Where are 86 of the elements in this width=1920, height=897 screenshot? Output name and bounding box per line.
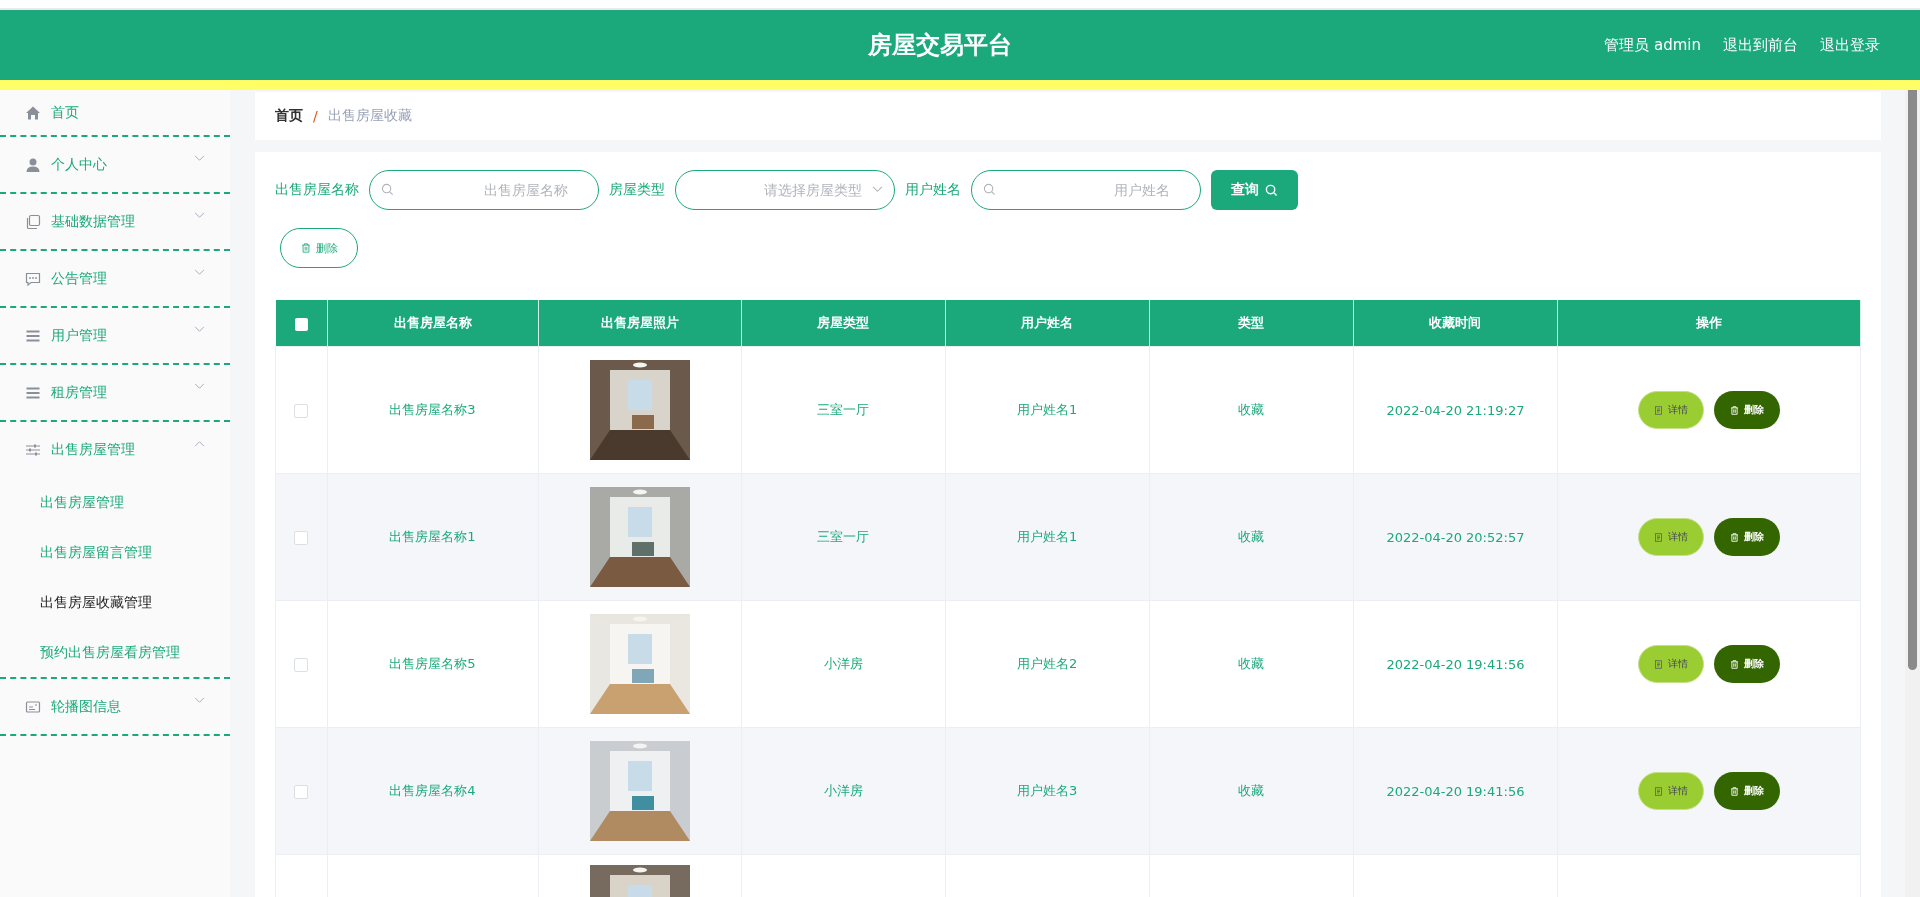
- delete-button[interactable]: 删除: [280, 228, 358, 268]
- table-cell: 出售房屋名称5: [327, 600, 538, 728]
- table-cell: 三室一厅: [741, 346, 946, 474]
- table-cell: 小洋房: [741, 727, 946, 855]
- column-header: 房屋类型: [741, 300, 946, 347]
- card-icon: [25, 698, 41, 715]
- table-cell: 收藏: [1149, 346, 1354, 474]
- filter-label: 出售房屋名称: [275, 181, 359, 199]
- menu-item[interactable]: 轮播图信息: [0, 679, 230, 734]
- document-icon: [1654, 532, 1663, 542]
- column-header: 操作: [1557, 300, 1861, 347]
- copy-icon: [25, 213, 41, 230]
- table-cell: 2022-04-20 20:52:57: [1353, 473, 1558, 601]
- column-header: 收藏时间: [1353, 300, 1558, 347]
- menu-item[interactable]: 出售房屋管理: [0, 422, 230, 477]
- header-link[interactable]: 退出登录: [1820, 35, 1880, 55]
- menu-item[interactable]: 首页: [0, 90, 230, 135]
- menu-item[interactable]: 用户管理: [0, 308, 230, 363]
- delete-button[interactable]: 删除: [1714, 772, 1780, 810]
- scrollbar[interactable]: [1905, 90, 1920, 897]
- table-cell: 用户姓名2: [945, 600, 1150, 728]
- column-header: 出售房屋名称: [327, 300, 538, 347]
- table-cell: 出售房屋名称4: [327, 727, 538, 855]
- table-cell: 2022-04-20 21:19:27: [1353, 346, 1558, 474]
- menu-item[interactable]: 租房管理: [0, 365, 230, 420]
- search-field[interactable]: 用户姓名: [971, 170, 1201, 210]
- home-icon: [25, 104, 41, 121]
- submenu-item[interactable]: 出售房屋留言管理: [0, 527, 230, 577]
- menu-item[interactable]: 个人中心: [0, 137, 230, 192]
- select-all-checkbox[interactable]: [294, 317, 308, 331]
- filter-label: 房屋类型: [609, 181, 665, 199]
- table-cell: 三室一厅: [741, 473, 946, 601]
- search-icon: [983, 183, 996, 196]
- delete-button[interactable]: 删除: [1714, 645, 1780, 683]
- search-button[interactable]: 查询: [1211, 170, 1298, 210]
- delete-button[interactable]: 删除: [1714, 391, 1780, 429]
- trash-icon: [1730, 405, 1739, 415]
- row-checkbox[interactable]: [294, 403, 309, 418]
- table-cell: 2022-04-20 19:41:56: [1353, 600, 1558, 728]
- chevron-icon: [872, 186, 883, 193]
- submenu-item[interactable]: 出售房屋收藏管理: [0, 577, 230, 627]
- table-cell: 用户姓名1: [945, 346, 1150, 474]
- trash-icon: [1730, 532, 1739, 542]
- detail-button[interactable]: 详情: [1638, 772, 1704, 810]
- row-checkbox[interactable]: [294, 784, 309, 799]
- trash-icon: [1730, 659, 1739, 669]
- trash-icon: [1730, 786, 1739, 796]
- column-header: 类型: [1149, 300, 1354, 347]
- header-link[interactable]: 退出到前台: [1723, 35, 1798, 55]
- search-icon: [381, 183, 394, 196]
- table-cell: 出售房屋名称3: [327, 346, 538, 474]
- trash-icon: [300, 243, 311, 253]
- table-cell: 出售房屋名称1: [327, 473, 538, 601]
- document-icon: [1654, 405, 1663, 415]
- select-field[interactable]: 请选择房屋类型: [675, 170, 895, 210]
- row-checkbox[interactable]: [294, 530, 309, 545]
- row-checkbox[interactable]: [294, 657, 309, 672]
- detail-button[interactable]: 详情: [1638, 645, 1704, 683]
- delete-button[interactable]: 删除: [1714, 518, 1780, 556]
- document-icon: [1654, 786, 1663, 796]
- submenu-item[interactable]: 出售房屋管理: [0, 477, 230, 527]
- filter-label: 用户姓名: [905, 181, 961, 199]
- table-cell: 用户姓名1: [945, 473, 1150, 601]
- chat-icon: [25, 270, 41, 287]
- submenu-item[interactable]: 预约出售房屋看房管理: [0, 627, 230, 677]
- breadcrumb-item: 出售房屋收藏: [327, 107, 412, 125]
- table-cell: 收藏: [1149, 727, 1354, 855]
- menu-item[interactable]: 公告管理: [0, 251, 230, 306]
- document-icon: [1654, 659, 1663, 669]
- person-icon: [25, 156, 41, 173]
- table-cell: 用户姓名3: [945, 727, 1150, 855]
- menu-item[interactable]: 基础数据管理: [0, 194, 230, 249]
- table-cell: 小洋房: [741, 600, 946, 728]
- admin-label: 管理员 admin: [1604, 35, 1701, 55]
- column-header: 出售房屋照片: [538, 300, 741, 347]
- table-cell: 2022-04-20 19:41:56: [1353, 727, 1558, 855]
- detail-button[interactable]: 详情: [1638, 391, 1704, 429]
- search-icon: [1265, 183, 1278, 197]
- detail-button[interactable]: 详情: [1638, 518, 1704, 556]
- breadcrumb-separator: /: [313, 108, 318, 124]
- table-cell: 收藏: [1149, 473, 1354, 601]
- column-header: 用户姓名: [945, 300, 1150, 347]
- site-title: 房屋交易平台: [868, 30, 1012, 61]
- search-field[interactable]: 出售房屋名称: [369, 170, 599, 210]
- table-cell: 收藏: [1149, 600, 1354, 728]
- breadcrumb-item[interactable]: 首页: [275, 107, 303, 125]
